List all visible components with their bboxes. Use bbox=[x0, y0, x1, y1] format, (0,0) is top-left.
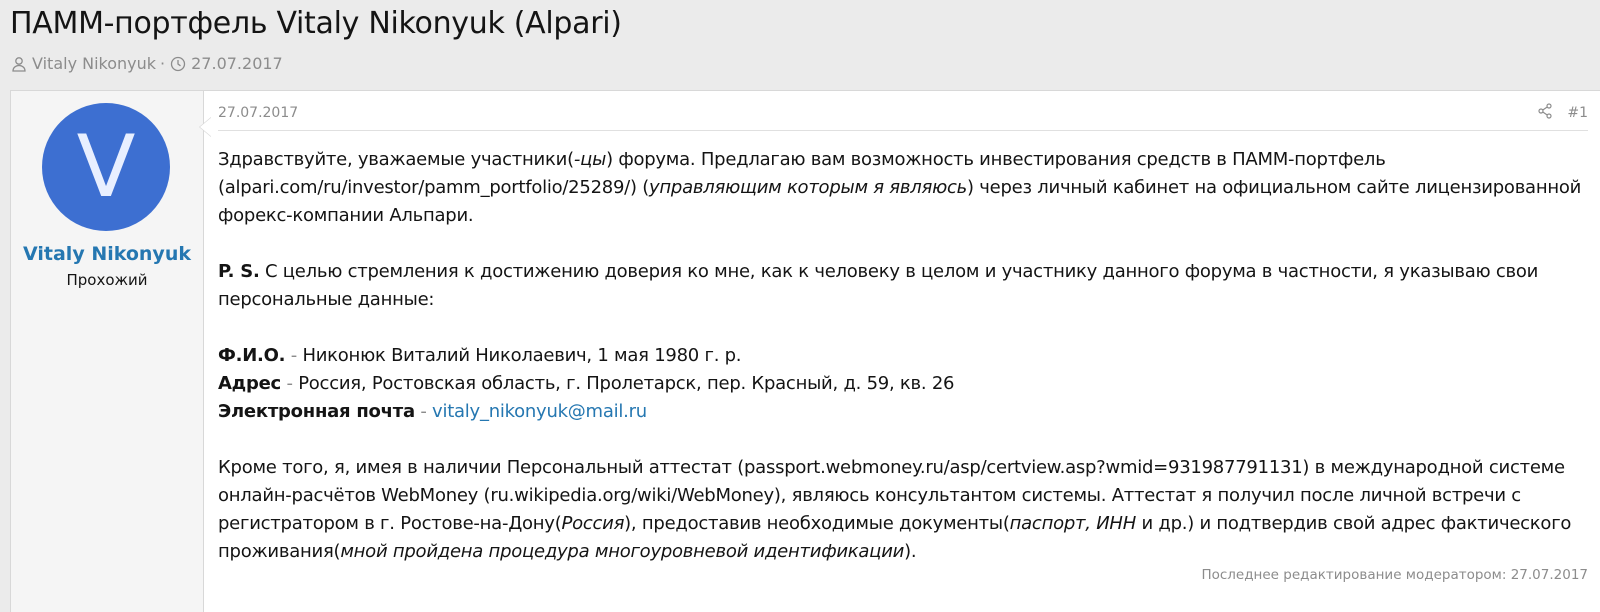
share-icon[interactable] bbox=[1537, 102, 1553, 123]
post-main-cell: 27.07.2017 #1 Здравствуйте, уважаемые уч… bbox=[204, 91, 1600, 612]
post: V Vitaly Nikonyuk Прохожий 27.07.2017 #1… bbox=[10, 90, 1600, 612]
address-value: Россия, Ростовская область, г. Пролетарс… bbox=[298, 373, 955, 394]
clock-icon bbox=[169, 55, 187, 73]
address-label: Адрес bbox=[218, 373, 281, 394]
paragraph-personal-data: Ф.И.О. - Никонюк Виталий Николаевич, 1 м… bbox=[218, 345, 955, 422]
fio-value: Никонюк Виталий Николаевич, 1 мая 1980 г… bbox=[302, 345, 742, 366]
post-header: 27.07.2017 #1 bbox=[218, 91, 1588, 131]
last-edited-note: Последнее редактирование модератором: 27… bbox=[1201, 567, 1588, 583]
paragraph-ps: P. S. С целью стремления к достижению до… bbox=[218, 261, 1539, 310]
thread-meta: Vitaly Nikonyuk · 27.07.2017 bbox=[10, 54, 283, 73]
user-icon bbox=[10, 55, 28, 73]
thread-author-link[interactable]: Vitaly Nikonyuk bbox=[32, 54, 156, 73]
post-user-cell: V Vitaly Nikonyuk Прохожий bbox=[11, 91, 212, 612]
post-body: Здравствуйте, уважаемые участники(-цы) ф… bbox=[218, 131, 1588, 566]
thread-date-link[interactable]: 27.07.2017 bbox=[191, 54, 283, 73]
post-number-link[interactable]: #1 bbox=[1567, 105, 1588, 121]
thread-title: ПАММ-портфель Vitaly Nikonyuk (Alpari) bbox=[10, 6, 622, 41]
email-link[interactable]: vitaly_nikonyuk@mail.ru bbox=[432, 401, 647, 422]
paragraph-intro: Здравствуйте, уважаемые участники(-цы) ф… bbox=[218, 149, 1582, 226]
meta-separator: · bbox=[160, 54, 166, 73]
paragraph-webmoney: Кроме того, я, имея в наличии Персональн… bbox=[218, 457, 1572, 562]
username-link[interactable]: Vitaly Nikonyuk bbox=[11, 243, 203, 265]
email-label: Электронная почта bbox=[218, 401, 415, 422]
post-date-link[interactable]: 27.07.2017 bbox=[218, 105, 298, 121]
user-title: Прохожий bbox=[66, 271, 148, 289]
avatar[interactable]: V bbox=[42, 103, 170, 231]
post-arrow bbox=[200, 117, 212, 137]
fio-label: Ф.И.О. bbox=[218, 345, 286, 366]
